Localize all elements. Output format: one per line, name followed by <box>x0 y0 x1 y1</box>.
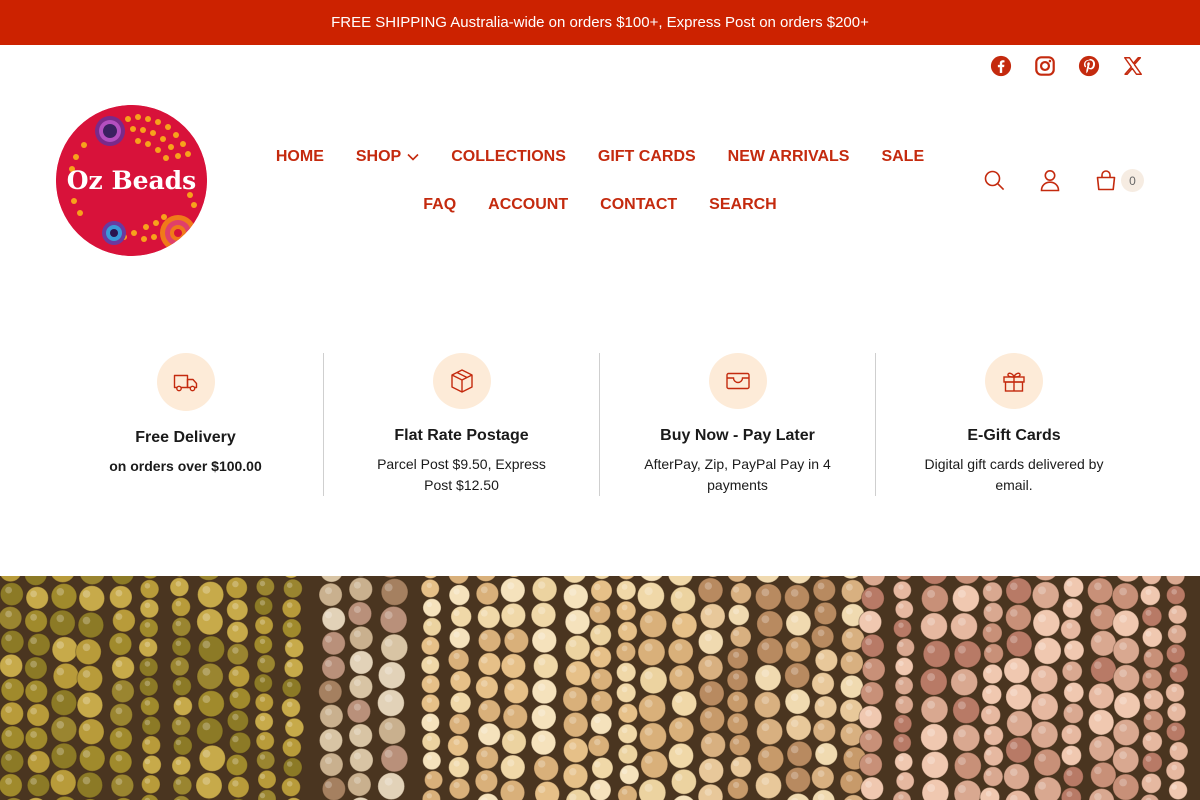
gift-icon <box>985 353 1043 409</box>
nav-shop[interactable]: SHOP <box>356 148 419 166</box>
main-navigation: HOME SHOP COLLECTIONS GIFT CARDS NEW ARR… <box>230 133 970 229</box>
announcement-bar: FREE SHIPPING Australia-wide on orders $… <box>0 0 1200 45</box>
features-strip: Free Delivery on orders over $100.00 Fla… <box>48 353 1152 496</box>
nav-search[interactable]: SEARCH <box>709 196 777 214</box>
nav-contact[interactable]: CONTACT <box>600 196 677 214</box>
nav-new-arrivals[interactable]: NEW ARRIVALS <box>728 148 850 166</box>
chevron-down-icon <box>407 153 419 161</box>
feature-free-delivery: Free Delivery on orders over $100.00 <box>48 353 324 496</box>
feature-flat-rate-postage: Flat Rate Postage Parcel Post $9.50, Exp… <box>324 353 600 496</box>
hero-banner-image <box>0 576 1200 800</box>
cart-icon[interactable] <box>1094 168 1118 194</box>
nav-row-2: FAQ ACCOUNT CONTACT SEARCH <box>230 181 970 229</box>
feature-title: Flat Rate Postage <box>394 427 529 444</box>
announcement-text: FREE SHIPPING Australia-wide on orders $… <box>331 14 869 31</box>
feature-text: on orders over $100.00 <box>109 458 262 474</box>
nav-collections[interactable]: COLLECTIONS <box>451 148 566 166</box>
feature-title: E-Gift Cards <box>967 427 1061 444</box>
x-icon[interactable] <box>1122 55 1144 77</box>
feature-title: Buy Now - Pay Later <box>660 427 815 444</box>
social-links <box>990 55 1144 77</box>
feature-e-gift-cards: E-Gift Cards Digital gift cards delivere… <box>876 353 1152 496</box>
truck-icon <box>156 353 215 411</box>
feature-text: AfterPay, Zip, PayPal Pay in 4 payments <box>644 456 831 493</box>
wallet-icon <box>708 353 767 409</box>
search-icon[interactable] <box>982 168 1006 194</box>
feature-text: Parcel Post $9.50, Express Post $12.50 <box>377 456 546 493</box>
logo-text: Oz Beads <box>67 166 196 195</box>
logo[interactable]: Oz Beads <box>56 105 207 256</box>
nav-gift-cards[interactable]: GIFT CARDS <box>598 148 696 166</box>
cart-count-badge: 0 <box>1121 169 1144 192</box>
account-icon[interactable] <box>1038 168 1062 194</box>
feature-buy-now-pay-later: Buy Now - Pay Later AfterPay, Zip, PayPa… <box>600 353 876 496</box>
facebook-icon[interactable] <box>990 55 1012 77</box>
box-icon <box>432 353 491 409</box>
nav-faq[interactable]: FAQ <box>423 196 456 214</box>
nav-account[interactable]: ACCOUNT <box>488 196 568 214</box>
nav-sale[interactable]: SALE <box>881 148 924 166</box>
instagram-icon[interactable] <box>1034 55 1056 77</box>
nav-row-1: HOME SHOP COLLECTIONS GIFT CARDS NEW ARR… <box>230 133 970 181</box>
pinterest-icon[interactable] <box>1078 55 1100 77</box>
header-tools: 0 <box>982 168 1152 194</box>
nav-home[interactable]: HOME <box>276 148 324 166</box>
feature-text: Digital gift cards delivered by email. <box>924 456 1104 493</box>
nav-shop-label: SHOP <box>355 148 402 165</box>
feature-title: Free Delivery <box>135 429 236 446</box>
